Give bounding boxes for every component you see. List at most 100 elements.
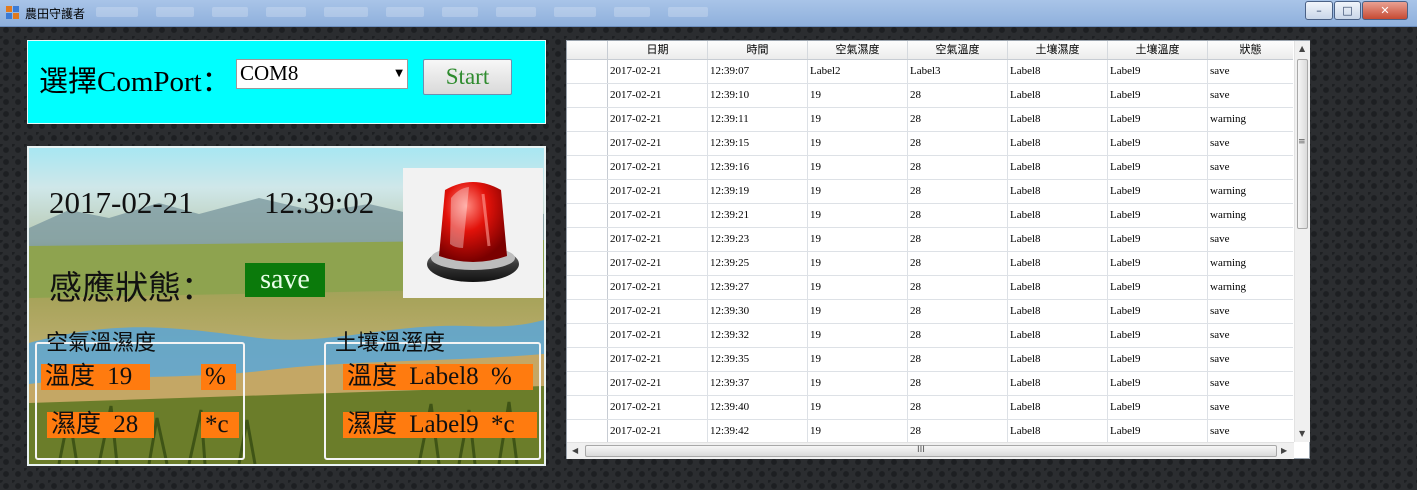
cell-date[interactable]: 2017-02-21 [608,228,708,251]
cell-time[interactable]: 12:39:25 [708,252,808,275]
cell-soil-temperature[interactable]: Label9 [1108,60,1208,83]
cell-state[interactable]: warning [1208,180,1293,203]
cell-date[interactable]: 2017-02-21 [608,156,708,179]
data-grid[interactable]: 日期 時間 空氣濕度 空氣溫度 土壤濕度 土壤溫度 狀態 2017-02-21 1… [566,40,1310,459]
cell-air-temperature[interactable]: 28 [908,348,1008,371]
cell-time[interactable]: 12:39:11 [708,108,808,131]
column-header-air-temperature[interactable]: 空氣溫度 [908,41,1008,59]
cell-state[interactable]: save [1208,300,1293,323]
table-row[interactable]: 2017-02-21 12:39:25 19 28 Label8 Label9 warnin… [567,252,1293,276]
cell-state[interactable]: save [1208,84,1293,107]
cell-date[interactable]: 2017-02-21 [608,180,708,203]
cell-air-humidity[interactable]: 19 [808,348,908,371]
table-row[interactable]: 2017-02-21 12:39:27 19 28 Label8 Label9 warnin… [567,276,1293,300]
minimize-button[interactable]: – [1305,1,1333,20]
row-header[interactable] [567,108,608,131]
cell-soil-humidity[interactable]: Label8 [1008,300,1108,323]
cell-time[interactable]: 12:39:23 [708,228,808,251]
cell-soil-humidity[interactable]: Label8 [1008,228,1108,251]
cell-state[interactable]: save [1208,396,1293,419]
cell-soil-temperature[interactable]: Label9 [1108,348,1208,371]
cell-soil-temperature[interactable]: Label9 [1108,84,1208,107]
cell-air-temperature[interactable]: 28 [908,228,1008,251]
cell-state[interactable]: save [1208,420,1293,442]
cell-soil-humidity[interactable]: Label8 [1008,276,1108,299]
cell-state[interactable]: save [1208,156,1293,179]
cell-soil-temperature[interactable]: Label9 [1108,228,1208,251]
cell-air-humidity[interactable]: 19 [808,84,908,107]
cell-date[interactable]: 2017-02-21 [608,108,708,131]
row-header[interactable] [567,276,608,299]
column-header-air-humidity[interactable]: 空氣濕度 [808,41,908,59]
cell-air-humidity[interactable]: 19 [808,324,908,347]
cell-air-humidity[interactable]: 19 [808,180,908,203]
cell-soil-humidity[interactable]: Label8 [1008,324,1108,347]
cell-soil-temperature[interactable]: Label9 [1108,252,1208,275]
cell-air-temperature[interactable]: 28 [908,252,1008,275]
close-button[interactable]: ✕ [1362,1,1408,20]
table-row[interactable]: 2017-02-21 12:39:11 19 28 Label8 Label9 warnin… [567,108,1293,132]
cell-soil-temperature[interactable]: Label9 [1108,204,1208,227]
cell-air-temperature[interactable]: 28 [908,156,1008,179]
cell-date[interactable]: 2017-02-21 [608,396,708,419]
cell-air-humidity[interactable]: 19 [808,252,908,275]
table-row[interactable]: 2017-02-21 12:39:35 19 28 Label8 Label9 save [567,348,1293,372]
row-header[interactable] [567,180,608,203]
cell-state[interactable]: save [1208,348,1293,371]
cell-air-humidity[interactable]: 19 [808,396,908,419]
cell-soil-humidity[interactable]: Label8 [1008,396,1108,419]
row-header[interactable] [567,132,608,155]
cell-air-temperature[interactable]: 28 [908,396,1008,419]
table-row[interactable]: 2017-02-21 12:39:42 19 28 Label8 Label9 save [567,420,1293,442]
cell-air-humidity[interactable]: 19 [808,108,908,131]
cell-soil-humidity[interactable]: Label8 [1008,180,1108,203]
row-header[interactable] [567,324,608,347]
cell-time[interactable]: 12:39:07 [708,60,808,83]
scroll-right-arrow-icon[interactable]: ▶ [1281,446,1287,455]
cell-time[interactable]: 12:39:27 [708,276,808,299]
cell-air-temperature[interactable]: 28 [908,276,1008,299]
cell-date[interactable]: 2017-02-21 [608,372,708,395]
row-header[interactable] [567,396,608,419]
cell-air-humidity[interactable]: 19 [808,420,908,442]
column-header-state[interactable]: 狀態 [1208,41,1293,59]
table-row[interactable]: 2017-02-21 12:39:40 19 28 Label8 Label9 save [567,396,1293,420]
cell-air-temperature[interactable]: 28 [908,204,1008,227]
row-header[interactable] [567,348,608,371]
cell-air-temperature[interactable]: 28 [908,420,1008,442]
column-header-time[interactable]: 時間 [708,41,808,59]
grid-corner[interactable] [567,41,608,59]
cell-date[interactable]: 2017-02-21 [608,324,708,347]
row-header[interactable] [567,204,608,227]
cell-soil-humidity[interactable]: Label8 [1008,132,1108,155]
table-row[interactable]: 2017-02-21 12:39:30 19 28 Label8 Label9 save [567,300,1293,324]
cell-soil-humidity[interactable]: Label8 [1008,60,1108,83]
cell-air-temperature[interactable]: 28 [908,300,1008,323]
cell-air-temperature[interactable]: 28 [908,372,1008,395]
cell-soil-temperature[interactable]: Label9 [1108,180,1208,203]
maximize-button[interactable]: □ [1334,1,1361,20]
cell-time[interactable]: 12:39:42 [708,420,808,442]
table-row[interactable]: 2017-02-21 12:39:21 19 28 Label8 Label9 warnin… [567,204,1293,228]
cell-soil-humidity[interactable]: Label8 [1008,156,1108,179]
cell-soil-humidity[interactable]: Label8 [1008,108,1108,131]
cell-air-temperature[interactable]: Label3 [908,60,1008,83]
cell-date[interactable]: 2017-02-21 [608,348,708,371]
column-header-soil-temperature[interactable]: 土壤溫度 [1108,41,1208,59]
cell-air-humidity[interactable]: Label2 [808,60,908,83]
cell-date[interactable]: 2017-02-21 [608,204,708,227]
cell-date[interactable]: 2017-02-21 [608,252,708,275]
cell-date[interactable]: 2017-02-21 [608,420,708,442]
row-header[interactable] [567,156,608,179]
cell-time[interactable]: 12:39:19 [708,180,808,203]
cell-soil-humidity[interactable]: Label8 [1008,348,1108,371]
cell-date[interactable]: 2017-02-21 [608,60,708,83]
cell-state[interactable]: warning [1208,108,1293,131]
cell-air-humidity[interactable]: 19 [808,276,908,299]
cell-state[interactable]: warning [1208,204,1293,227]
cell-soil-temperature[interactable]: Label9 [1108,420,1208,442]
cell-soil-temperature[interactable]: Label9 [1108,396,1208,419]
cell-soil-temperature[interactable]: Label9 [1108,108,1208,131]
table-row[interactable]: 2017-02-21 12:39:19 19 28 Label8 Label9 warnin… [567,180,1293,204]
cell-state[interactable]: save [1208,228,1293,251]
